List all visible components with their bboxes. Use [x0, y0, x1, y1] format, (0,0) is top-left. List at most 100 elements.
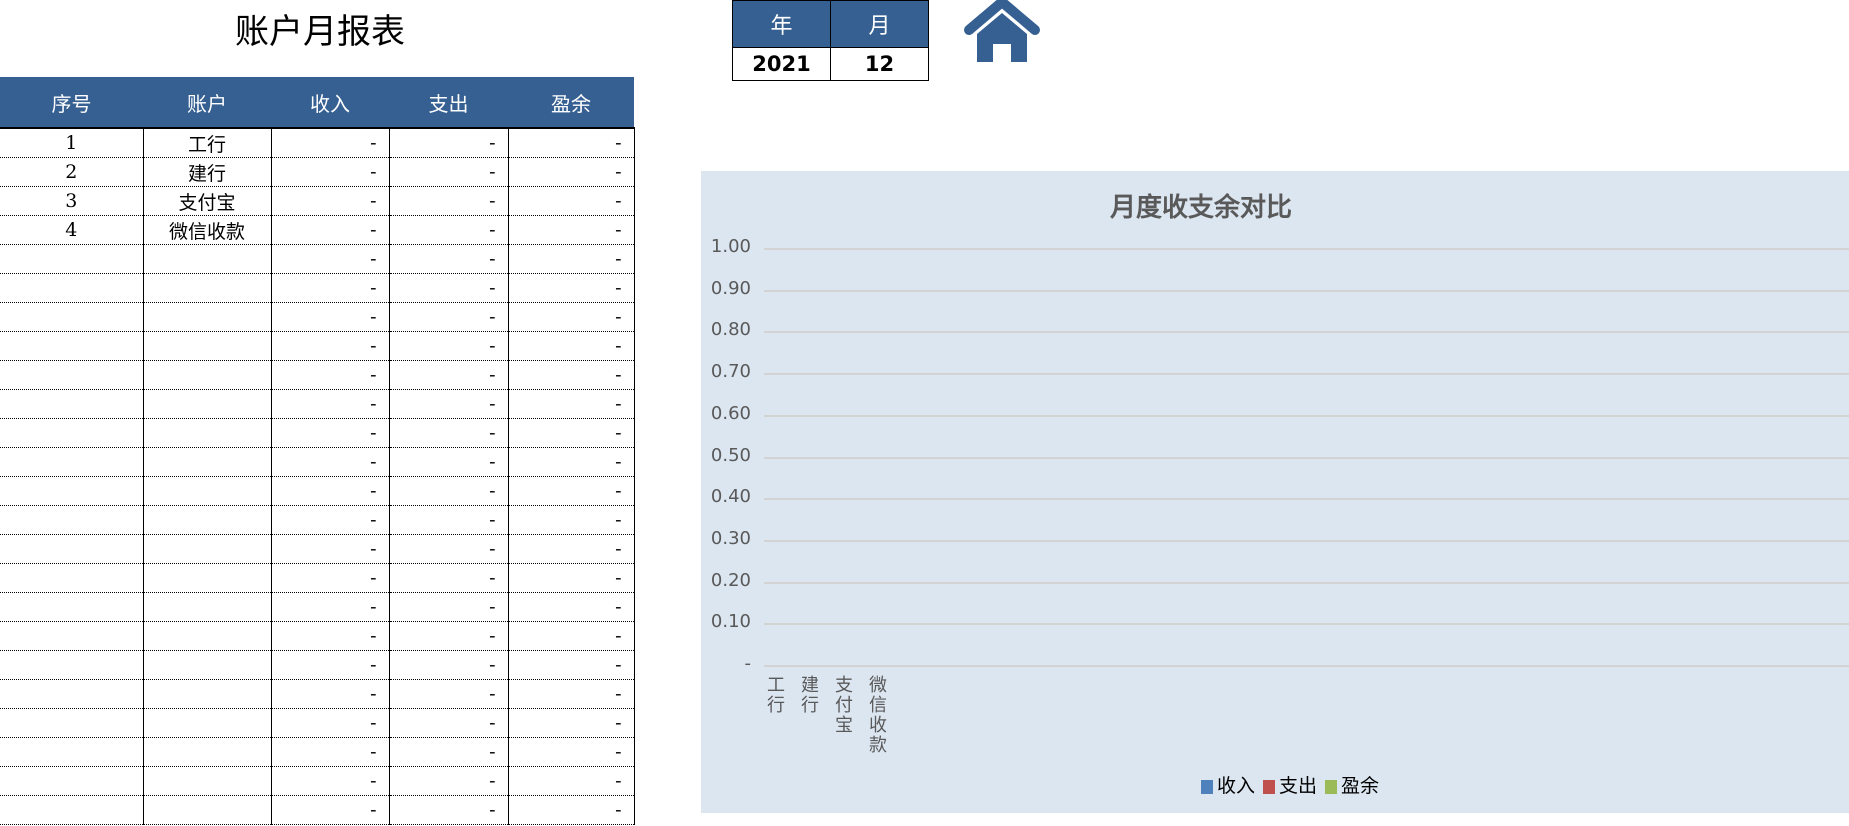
expense-cell[interactable]: -	[389, 331, 509, 361]
index-cell[interactable]	[0, 592, 144, 622]
expense-cell[interactable]: -	[389, 157, 509, 187]
surplus-cell[interactable]: -	[508, 737, 635, 767]
surplus-cell[interactable]: -	[508, 418, 635, 448]
income-cell[interactable]: -	[271, 708, 390, 738]
index-cell[interactable]	[0, 621, 144, 651]
account-cell[interactable]	[143, 418, 272, 448]
month-input[interactable]: 12	[830, 47, 929, 81]
surplus-cell[interactable]: -	[508, 157, 635, 187]
index-cell[interactable]	[0, 679, 144, 709]
index-cell[interactable]	[0, 795, 144, 825]
account-cell[interactable]	[143, 273, 272, 303]
index-cell[interactable]	[0, 766, 144, 796]
income-cell[interactable]: -	[271, 244, 390, 274]
expense-cell[interactable]: -	[389, 244, 509, 274]
expense-cell[interactable]: -	[389, 418, 509, 448]
surplus-cell[interactable]: -	[508, 360, 635, 390]
account-cell[interactable]: 微信收款	[143, 215, 272, 245]
expense-cell[interactable]: -	[389, 592, 509, 622]
income-cell[interactable]: -	[271, 273, 390, 303]
surplus-cell[interactable]: -	[508, 447, 635, 477]
income-cell[interactable]: -	[271, 360, 390, 390]
income-cell[interactable]: -	[271, 447, 390, 477]
income-cell[interactable]: -	[271, 766, 390, 796]
account-cell[interactable]	[143, 244, 272, 274]
income-cell[interactable]: -	[271, 563, 390, 593]
account-cell[interactable]	[143, 621, 272, 651]
account-cell[interactable]: 工行	[143, 128, 272, 158]
index-cell[interactable]	[0, 505, 144, 535]
surplus-cell[interactable]: -	[508, 563, 635, 593]
surplus-cell[interactable]: -	[508, 389, 635, 419]
expense-cell[interactable]: -	[389, 708, 509, 738]
income-cell[interactable]: -	[271, 621, 390, 651]
income-cell[interactable]: -	[271, 737, 390, 767]
income-cell[interactable]: -	[271, 215, 390, 245]
home-icon[interactable]	[963, 0, 1041, 68]
year-input[interactable]: 2021	[732, 47, 831, 81]
account-cell[interactable]	[143, 534, 272, 564]
surplus-cell[interactable]: -	[508, 331, 635, 361]
income-cell[interactable]: -	[271, 331, 390, 361]
surplus-cell[interactable]: -	[508, 128, 635, 158]
expense-cell[interactable]: -	[389, 563, 509, 593]
surplus-cell[interactable]: -	[508, 302, 635, 332]
account-cell[interactable]	[143, 650, 272, 680]
account-cell[interactable]	[143, 708, 272, 738]
index-cell[interactable]	[0, 360, 144, 390]
index-cell[interactable]	[0, 476, 144, 506]
expense-cell[interactable]: -	[389, 737, 509, 767]
account-cell[interactable]	[143, 302, 272, 332]
index-cell[interactable]	[0, 534, 144, 564]
expense-cell[interactable]: -	[389, 360, 509, 390]
surplus-cell[interactable]: -	[508, 650, 635, 680]
surplus-cell[interactable]: -	[508, 708, 635, 738]
account-cell[interactable]	[143, 447, 272, 477]
index-cell[interactable]	[0, 708, 144, 738]
expense-cell[interactable]: -	[389, 186, 509, 216]
account-cell[interactable]	[143, 679, 272, 709]
account-cell[interactable]: 建行	[143, 157, 272, 187]
account-cell[interactable]	[143, 505, 272, 535]
income-cell[interactable]: -	[271, 679, 390, 709]
expense-cell[interactable]: -	[389, 215, 509, 245]
index-cell[interactable]	[0, 447, 144, 477]
expense-cell[interactable]: -	[389, 389, 509, 419]
index-cell[interactable]	[0, 563, 144, 593]
index-cell[interactable]	[0, 273, 144, 303]
surplus-cell[interactable]: -	[508, 795, 635, 825]
income-cell[interactable]: -	[271, 186, 390, 216]
index-cell[interactable]	[0, 418, 144, 448]
expense-cell[interactable]: -	[389, 476, 509, 506]
income-cell[interactable]: -	[271, 128, 390, 158]
expense-cell[interactable]: -	[389, 679, 509, 709]
expense-cell[interactable]: -	[389, 505, 509, 535]
income-cell[interactable]: -	[271, 795, 390, 825]
expense-cell[interactable]: -	[389, 447, 509, 477]
income-cell[interactable]: -	[271, 302, 390, 332]
surplus-cell[interactable]: -	[508, 273, 635, 303]
income-cell[interactable]: -	[271, 592, 390, 622]
surplus-cell[interactable]: -	[508, 679, 635, 709]
index-cell[interactable]	[0, 737, 144, 767]
income-cell[interactable]: -	[271, 534, 390, 564]
index-cell[interactable]	[0, 302, 144, 332]
surplus-cell[interactable]: -	[508, 592, 635, 622]
surplus-cell[interactable]: -	[508, 534, 635, 564]
index-cell[interactable]	[0, 650, 144, 680]
index-cell[interactable]	[0, 331, 144, 361]
surplus-cell[interactable]: -	[508, 505, 635, 535]
account-cell[interactable]	[143, 563, 272, 593]
index-cell[interactable]	[0, 389, 144, 419]
account-cell[interactable]	[143, 766, 272, 796]
account-cell[interactable]	[143, 737, 272, 767]
surplus-cell[interactable]: -	[508, 215, 635, 245]
expense-cell[interactable]: -	[389, 650, 509, 680]
income-cell[interactable]: -	[271, 157, 390, 187]
account-cell[interactable]	[143, 795, 272, 825]
expense-cell[interactable]: -	[389, 621, 509, 651]
expense-cell[interactable]: -	[389, 534, 509, 564]
index-cell[interactable]	[0, 244, 144, 274]
index-cell[interactable]: 1	[0, 128, 144, 158]
account-cell[interactable]	[143, 592, 272, 622]
